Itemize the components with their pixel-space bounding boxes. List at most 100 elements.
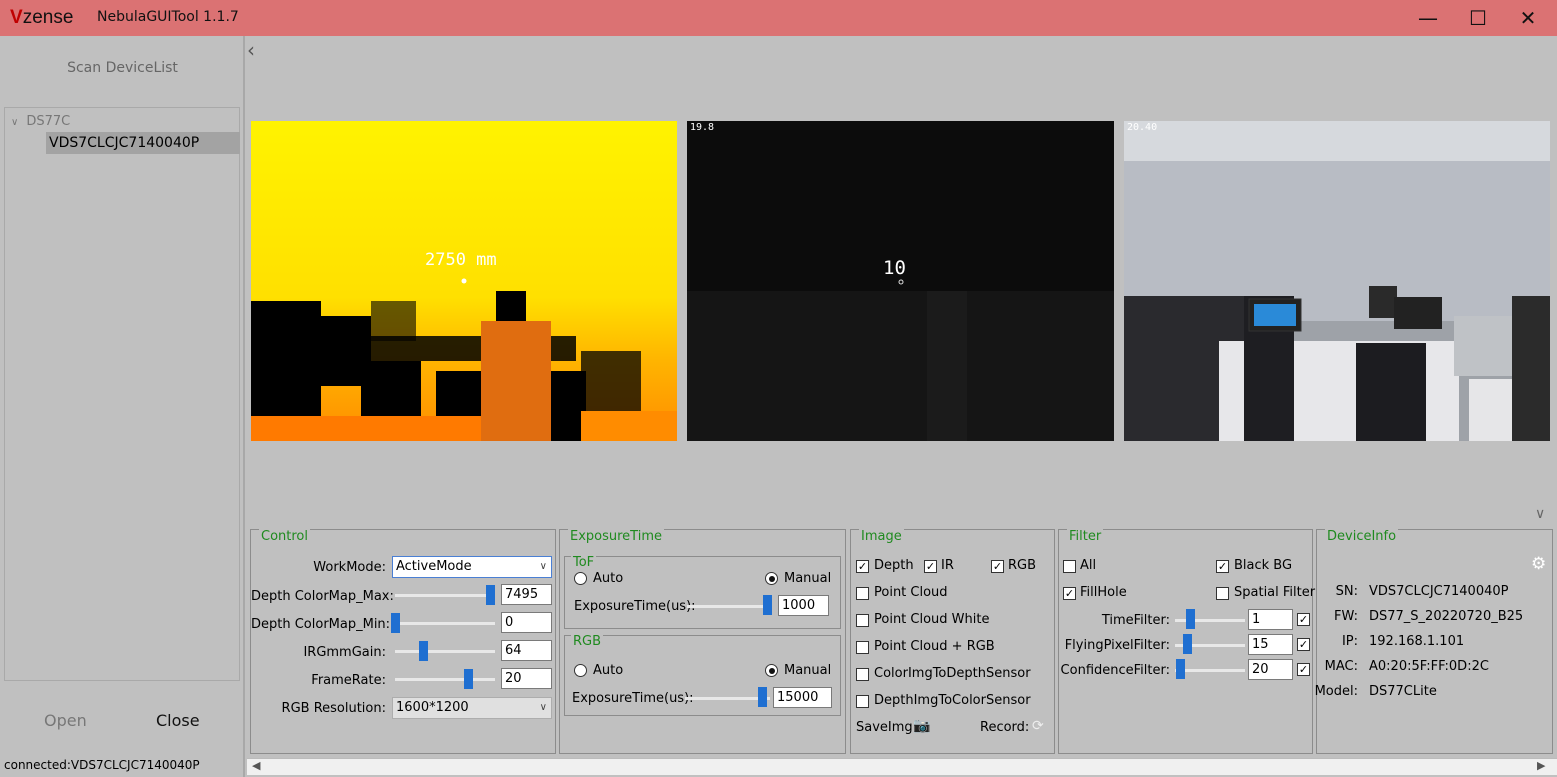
chevron-down-icon[interactable]: ∨ — [1535, 506, 1545, 522]
spatial-filter-label: Spatial Filter — [1234, 585, 1316, 600]
chevron-down-icon: ∨ — [539, 702, 547, 713]
control-group: Control WorkMode: ActiveMode ∨ Depth Colo… — [250, 529, 556, 754]
confidence-slider-track[interactable] — [1175, 669, 1245, 672]
tof-exposure-slider-track[interactable] — [687, 605, 772, 608]
point-cloud-white-label: Point Cloud White — [874, 612, 990, 627]
workmode-select[interactable]: ActiveMode ∨ — [392, 556, 552, 578]
timefilter-slider-thumb[interactable] — [1186, 609, 1195, 629]
tof-title: ToF — [571, 555, 597, 570]
fillhole-label: FillHole — [1080, 585, 1127, 600]
rgb-auto-radio[interactable] — [574, 664, 587, 677]
flying-pixel-checkbox[interactable]: ✓ — [1297, 638, 1310, 651]
deviceinfo-group: DeviceInfo ⚙ SN: VDS7CLCJC7140040P FW: D… — [1315, 529, 1553, 754]
camera-icon[interactable]: 📷 — [913, 718, 930, 734]
tof-manual-radio[interactable] — [765, 572, 778, 585]
fillhole-checkbox[interactable]: ✓ — [1063, 587, 1076, 600]
ir-view[interactable]: 19.8 10 — [687, 121, 1114, 441]
device-tree: ∨ DS77C VDS7CLCJC7140040P — [4, 107, 240, 681]
depth-max-slider-track[interactable] — [395, 594, 495, 597]
rgb-checkbox[interactable]: ✓ — [991, 560, 1004, 573]
confidence-input[interactable]: 20 — [1248, 659, 1293, 680]
timefilter-checkbox[interactable]: ✓ — [1297, 613, 1310, 626]
rgb-exposure-title: RGB — [571, 634, 604, 649]
timefilter-input[interactable]: 1 — [1248, 609, 1293, 630]
tof-group: ToF Auto Manual ExposureTime(us): 1000 — [564, 555, 841, 629]
connection-status: connected:VDS7CLCJC7140040P — [4, 758, 200, 772]
scan-devicelist-button[interactable]: Scan DeviceList — [0, 60, 245, 76]
rgb-resolution-label: RGB Resolution: — [281, 701, 386, 716]
rgb-manual-radio[interactable] — [765, 664, 778, 677]
chevron-down-icon[interactable]: ∨ — [11, 117, 18, 128]
tof-exposure-label: ExposureTime(us): — [574, 599, 696, 614]
close-button[interactable]: Close — [156, 711, 200, 730]
tof-auto-radio[interactable] — [574, 572, 587, 585]
title-bar: Vzense NebulaGUITool 1.1.7 — ☐ ✕ — [0, 0, 1557, 36]
chevron-left-icon[interactable]: ‹ — [247, 38, 255, 62]
close-window-button[interactable]: ✕ — [1505, 4, 1551, 32]
confidence-label: ConfidenceFilter: — [1060, 663, 1170, 678]
rgb-view[interactable]: 20.40 — [1124, 121, 1550, 441]
horizontal-scrollbar[interactable]: ◀ ▶ — [247, 758, 1557, 775]
timefilter-label: TimeFilter: — [1101, 613, 1170, 628]
depth-to-color-checkbox[interactable] — [856, 695, 869, 708]
black-bg-checkbox[interactable]: ✓ — [1216, 560, 1229, 573]
all-checkbox[interactable] — [1063, 560, 1076, 573]
chevron-down-icon: ∨ — [539, 561, 547, 572]
tof-auto-label: Auto — [593, 571, 624, 586]
irgain-input[interactable]: 64 — [501, 640, 552, 661]
depth-view[interactable]: 2750 mm — [251, 121, 677, 441]
color-to-depth-checkbox[interactable] — [856, 668, 869, 681]
tof-exposure-slider-thumb[interactable] — [763, 595, 772, 615]
model-value: DS77CLite — [1369, 684, 1437, 699]
depth-min-input[interactable]: 0 — [501, 612, 552, 633]
tof-exposure-input[interactable]: 1000 — [778, 595, 829, 616]
depth-label: Depth — [874, 558, 914, 573]
ir-checkbox[interactable]: ✓ — [924, 560, 937, 573]
open-button[interactable]: Open — [44, 711, 87, 730]
irgain-slider-track[interactable] — [395, 650, 495, 653]
black-bg-label: Black BG — [1234, 558, 1293, 573]
record-icon[interactable]: ⟳ — [1032, 718, 1044, 734]
depth-max-slider-thumb[interactable] — [486, 585, 495, 605]
flying-pixel-input[interactable]: 15 — [1248, 634, 1293, 655]
depth-min-slider-track[interactable] — [395, 622, 495, 625]
spatial-filter-checkbox[interactable] — [1216, 587, 1229, 600]
rgb-manual-label: Manual — [784, 663, 832, 678]
rgb-exposure-input[interactable]: 15000 — [773, 687, 832, 708]
confidence-checkbox[interactable]: ✓ — [1297, 663, 1310, 676]
flying-pixel-slider-thumb[interactable] — [1183, 634, 1192, 654]
tree-root-ds77c[interactable]: ∨ DS77C — [11, 114, 70, 129]
scroll-right-icon[interactable]: ▶ — [1537, 759, 1545, 772]
rgb-resolution-select[interactable]: 1600*1200 ∨ — [392, 697, 552, 719]
rgb-exposure-group: RGB Auto Manual ExposureTime(us): 15000 — [564, 634, 841, 716]
depth-checkbox[interactable]: ✓ — [856, 560, 869, 573]
framerate-slider-thumb[interactable] — [464, 669, 473, 689]
confidence-slider-thumb[interactable] — [1176, 659, 1185, 679]
depth-value-readout: 2750 mm — [425, 250, 497, 270]
minimize-button[interactable]: — — [1405, 4, 1451, 32]
tree-item-device[interactable]: VDS7CLCJC7140040P — [46, 132, 240, 154]
workmode-label: WorkMode: — [313, 560, 386, 575]
record-label: Record: — [980, 720, 1030, 735]
color-to-depth-label: ColorImgToDepthSensor — [874, 666, 1031, 681]
ir-label: IR — [941, 558, 954, 573]
point-cloud-label: Point Cloud — [874, 585, 948, 600]
depth-min-slider-thumb[interactable] — [391, 613, 400, 633]
ir-image — [687, 121, 1114, 441]
rgb-exposure-slider-thumb[interactable] — [758, 687, 767, 707]
maximize-button[interactable]: ☐ — [1455, 4, 1501, 32]
rgb-exposure-label: ExposureTime(us): — [572, 691, 694, 706]
irgain-slider-thumb[interactable] — [419, 641, 428, 661]
framerate-input[interactable]: 20 — [501, 668, 552, 689]
point-cloud-checkbox[interactable] — [856, 587, 869, 600]
saveimg-label: SaveImg: — [856, 720, 918, 735]
rgb-image — [1124, 121, 1550, 441]
scroll-left-icon[interactable]: ◀ — [252, 759, 260, 772]
depth-max-input[interactable]: 7495 — [501, 584, 552, 605]
point-cloud-white-checkbox[interactable] — [856, 614, 869, 627]
irgain-label: IRGmmGain: — [303, 645, 386, 660]
framerate-slider-track[interactable] — [395, 678, 495, 681]
rgb-label: RGB — [1008, 558, 1037, 573]
gear-icon[interactable]: ⚙ — [1531, 554, 1546, 574]
point-cloud-rgb-checkbox[interactable] — [856, 641, 869, 654]
